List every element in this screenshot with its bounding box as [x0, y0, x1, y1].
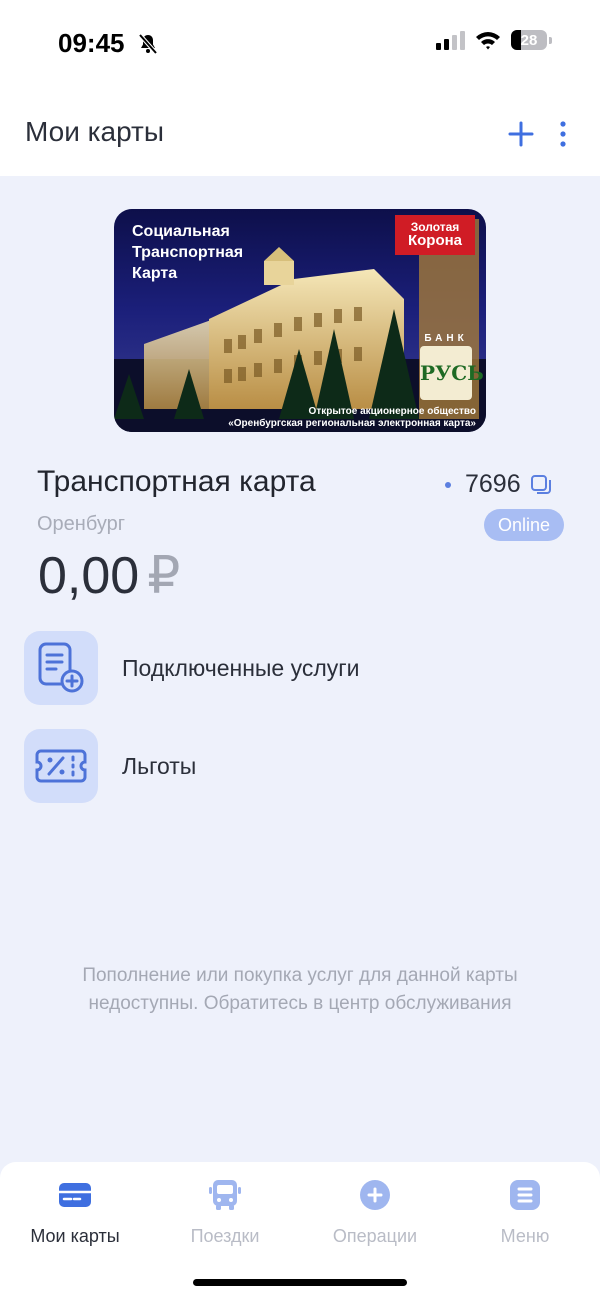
copy-icon[interactable] — [529, 473, 553, 497]
unavailable-notice: Пополнение или покупка услуг для данной … — [82, 965, 518, 1014]
connected-services-label: Подключенные услуги — [122, 654, 360, 681]
card-icon — [59, 1183, 91, 1207]
menu-icon — [510, 1180, 540, 1210]
battery-level: 28 — [520, 31, 538, 49]
bell-off-icon — [138, 33, 158, 55]
balance-amount: 0,00 — [38, 547, 140, 605]
card-number[interactable]: 7696 — [445, 470, 553, 499]
bus-icon — [209, 1180, 241, 1210]
card-image-title: Социальная Транспортная Карта — [132, 223, 244, 282]
status-bar: 09:45 28 — [0, 0, 600, 90]
card-balance: 0,00 ₽ — [38, 546, 180, 606]
page-title: Мои карты — [25, 116, 164, 147]
nav-operations-label: Операции — [332, 1226, 418, 1246]
battery-icon: 28 — [511, 30, 547, 50]
nav-my-cards-label: Мои карты — [30, 1226, 120, 1246]
card-number-value: 7696 — [465, 470, 521, 498]
nav-my-cards[interactable]: Мои карты — [0, 1178, 150, 1247]
card-footer-line2: «Оренбургская региональная электронная к… — [228, 418, 476, 429]
wifi-icon — [476, 32, 500, 50]
bank-rus-logo: БАНК РУСЬ — [420, 333, 484, 405]
benefits-row[interactable]: Льготы — [24, 729, 584, 803]
app-header: Мои карты — [0, 90, 600, 176]
card-footer-line1: Открытое акционерное общество — [308, 406, 476, 417]
nav-trips[interactable]: Поездки — [150, 1178, 300, 1247]
signal-icon — [436, 30, 465, 50]
zk-logo-line2: Корона — [407, 232, 463, 249]
status-time: 09:45 — [58, 28, 125, 58]
bank-rus-logo-bank: БАНК — [424, 333, 468, 344]
benefits-label: Льготы — [122, 752, 197, 779]
plus-circle-icon — [360, 1180, 390, 1210]
more-options-button[interactable] — [553, 118, 573, 150]
masked-dot-icon — [445, 481, 451, 488]
add-card-button[interactable] — [505, 118, 537, 150]
connected-services-row[interactable]: Подключенные услуги — [24, 631, 584, 705]
bank-rus-logo-name: РУСЬ — [420, 346, 484, 400]
document-plus-icon — [24, 631, 98, 705]
online-status-badge: Online — [484, 509, 564, 541]
nav-operations[interactable]: Операции — [300, 1178, 450, 1247]
card-image-footer: Открытое акционерное общество «Оренбургс… — [228, 406, 476, 430]
transport-card-image[interactable]: Социальная Транспортная Карта Золотая Ко… — [114, 209, 486, 432]
home-indicator[interactable] — [193, 1279, 407, 1286]
discount-ticket-icon — [24, 729, 98, 803]
nav-menu-label: Меню — [500, 1226, 550, 1246]
zolotaya-korona-logo: Золотая Корона — [395, 215, 475, 255]
card-city: Оренбург — [37, 513, 126, 535]
currency-symbol: ₽ — [147, 547, 181, 605]
nav-menu[interactable]: Меню — [450, 1178, 600, 1247]
nav-trips-label: Поездки — [190, 1226, 260, 1246]
status-indicators: 28 — [436, 30, 552, 50]
card-name: Транспортная карта — [37, 465, 316, 498]
